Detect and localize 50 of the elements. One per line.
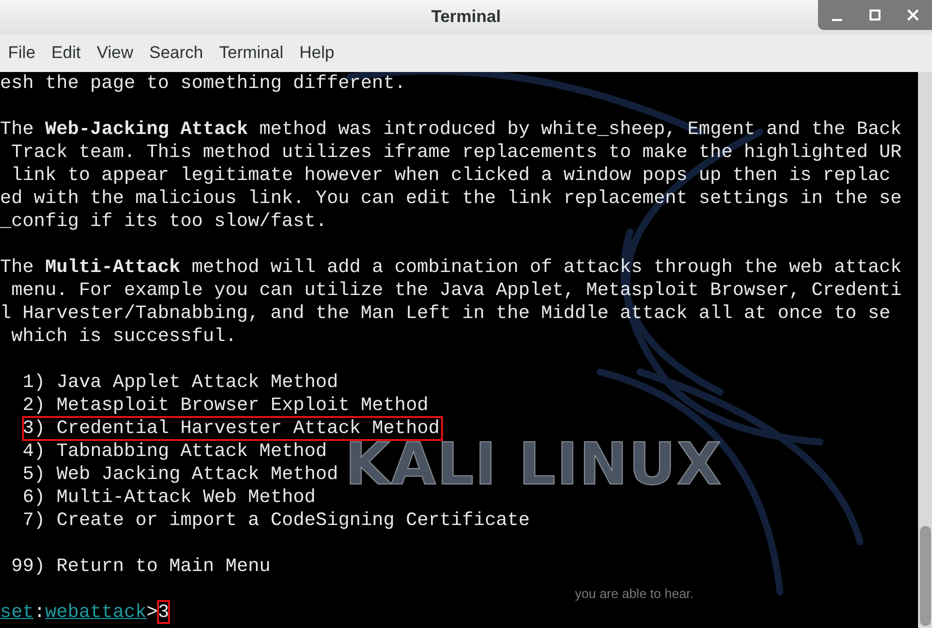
- terminal-text: The Web-Jacking Attack method was introduced by white_sheep, Emgent and the Back: [0, 118, 902, 140]
- close-icon: [907, 8, 919, 21]
- menu-option[interactable]: 99) Return to Main Menu: [11, 555, 273, 578]
- terminal-text: _config if its too slow/fast.: [0, 210, 327, 232]
- menu-item[interactable]: File: [0, 40, 44, 66]
- prompt-separator: >: [146, 601, 158, 623]
- scrollbar-thumb[interactable]: [920, 526, 931, 626]
- window-title: Terminal: [431, 6, 501, 28]
- menu-option[interactable]: 7) Create or import a CodeSigning Certificate: [22, 509, 532, 532]
- terminal-text: Track team. This method utilizes iframe replacements to make the highlighted UR: [10, 141, 902, 163]
- terminal-text: ed with the malicious link. You can edit the link replacement settings in the se: [0, 187, 902, 209]
- menu-item[interactable]: Terminal: [211, 40, 292, 66]
- option-label: Return to Main Menu: [56, 555, 271, 577]
- scrollbar[interactable]: [918, 72, 932, 628]
- option-label: Multi-Attack Web Method: [56, 486, 316, 508]
- option-number: 99): [11, 555, 46, 577]
- terminal-text: which is successful.: [10, 325, 237, 347]
- menu-item[interactable]: Edit: [43, 40, 89, 66]
- menu-option[interactable]: 2) Metasploit Browser Exploit Method: [22, 394, 430, 417]
- prompt-text: set: [0, 601, 34, 623]
- option-number: 4): [22, 440, 46, 462]
- option-number: 7): [22, 509, 46, 531]
- terminal-text: link to appear legitimate however when clicked a window pops up then is replac: [10, 164, 890, 186]
- option-label: Java Applet Attack Method: [56, 371, 338, 393]
- option-number: 2): [22, 394, 46, 416]
- terminal-text: esh the page to something different.: [0, 72, 406, 94]
- option-label: Create or import a CodeSigning Certificate: [56, 509, 530, 531]
- option-number: 5): [22, 463, 46, 485]
- menu-item[interactable]: Search: [141, 40, 212, 66]
- command-input[interactable]: 3: [158, 601, 170, 623]
- option-number: 3): [22, 417, 46, 439]
- option-label: Metasploit Browser Exploit Method: [56, 394, 428, 416]
- menu-item[interactable]: Help: [291, 40, 342, 66]
- option-number: 6): [22, 486, 46, 508]
- option-number: 1): [22, 371, 46, 393]
- terminal-text: menu. For example you can utilize the Java Applet, Metasploit Browser, Credenti: [10, 279, 902, 301]
- minimize-icon: [832, 18, 842, 21]
- menu-option[interactable]: 4) Tabnabbing Attack Method: [22, 440, 329, 463]
- terminal-text: l Harvester/Tabnabbing, and the Man Left in the Middle attack all at once to se: [0, 302, 890, 324]
- prompt-separator: :: [34, 601, 46, 623]
- terminal-text: The Multi-Attack method will add a combination of attacks through the web attack: [0, 256, 902, 278]
- tagline-text: you are able to hear.: [575, 585, 694, 603]
- option-label: Tabnabbing Attack Method: [56, 440, 327, 462]
- maximize-icon: [869, 8, 881, 21]
- menu-option[interactable]: 1) Java Applet Attack Method: [22, 371, 340, 394]
- prompt-text: webattack: [45, 601, 147, 623]
- menu-option[interactable]: 5) Web Jacking Attack Method: [22, 463, 340, 486]
- option-label: Web Jacking Attack Method: [56, 463, 338, 485]
- menu-option[interactable]: 6) Multi-Attack Web Method: [22, 486, 318, 509]
- menu-item[interactable]: View: [88, 40, 142, 66]
